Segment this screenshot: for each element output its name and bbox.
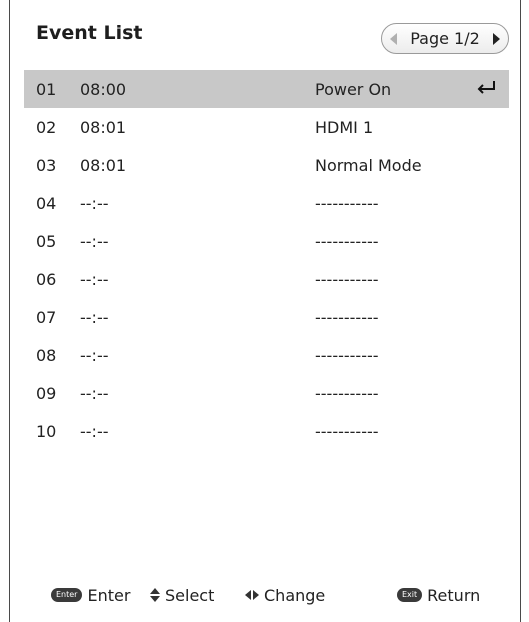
page-selector[interactable]: Page 1/2 — [381, 23, 509, 54]
page-label: Page 1/2 — [410, 29, 480, 48]
guide-change: Change — [245, 582, 325, 608]
event-action: ----------- — [315, 307, 379, 327]
enter-key-icon: Enter — [51, 588, 83, 602]
arrow-left-icon[interactable] — [390, 32, 397, 45]
event-index: 02 — [36, 117, 57, 137]
arrow-right-icon[interactable] — [492, 32, 500, 45]
enter-return-icon — [477, 81, 495, 94]
event-index: 05 — [36, 231, 57, 251]
guide-return: Exit Return — [397, 582, 480, 608]
event-index: 06 — [36, 269, 57, 289]
event-action: ----------- — [315, 345, 379, 365]
guide-enter: Enter Enter — [51, 582, 130, 608]
guide-select: Select — [150, 582, 214, 608]
left-right-icon — [245, 590, 259, 600]
event-list: 01 08:00 Power On 02 08:01 HDMI 1 03 08:01 Norma… — [24, 70, 509, 450]
event-row[interactable]: 04 --:-- ----------- — [24, 184, 509, 222]
event-row[interactable]: 06 --:-- ----------- — [24, 260, 509, 298]
event-index: 07 — [36, 307, 57, 327]
event-time: 08:01 — [80, 117, 127, 137]
guide-return-label: Return — [427, 585, 481, 605]
key-guide: Enter Enter Select Change Exit Return — [36, 582, 506, 608]
event-action: ----------- — [315, 231, 379, 251]
event-time: --:-- — [80, 193, 109, 213]
up-down-icon — [150, 588, 160, 602]
event-action: HDMI 1 — [315, 117, 374, 137]
event-row[interactable]: 10 --:-- ----------- — [24, 412, 509, 450]
event-action: Power On — [315, 79, 392, 99]
guide-select-label: Select — [165, 585, 215, 605]
event-time: --:-- — [80, 307, 109, 327]
event-time: --:-- — [80, 383, 109, 403]
event-action: ----------- — [315, 193, 379, 213]
exit-key-icon: Exit — [397, 588, 423, 602]
event-time: --:-- — [80, 345, 109, 365]
event-action: Normal Mode — [315, 155, 422, 175]
event-index: 01 — [36, 79, 57, 99]
event-action: ----------- — [315, 383, 379, 403]
event-time: 08:00 — [80, 79, 127, 99]
event-time: --:-- — [80, 421, 109, 441]
event-index: 09 — [36, 383, 57, 403]
event-index: 03 — [36, 155, 57, 175]
event-row[interactable]: 09 --:-- ----------- — [24, 374, 509, 412]
event-action: ----------- — [315, 421, 379, 441]
event-row[interactable]: 07 --:-- ----------- — [24, 298, 509, 336]
event-time: --:-- — [80, 231, 109, 251]
guide-change-label: Change — [264, 585, 326, 605]
event-action: ----------- — [315, 269, 379, 289]
event-row[interactable]: 03 08:01 Normal Mode — [24, 146, 509, 184]
event-time: --:-- — [80, 269, 109, 289]
event-row[interactable]: 08 --:-- ----------- — [24, 336, 509, 374]
event-row[interactable]: 02 08:01 HDMI 1 — [24, 108, 509, 146]
event-time: 08:01 — [80, 155, 127, 175]
page-title: Event List — [36, 22, 143, 44]
guide-enter-label: Enter — [87, 585, 131, 605]
event-index: 08 — [36, 345, 57, 365]
event-row[interactable]: 05 --:-- ----------- — [24, 222, 509, 260]
event-row[interactable]: 01 08:00 Power On — [24, 70, 509, 108]
event-index: 10 — [36, 421, 57, 441]
event-index: 04 — [36, 193, 57, 213]
